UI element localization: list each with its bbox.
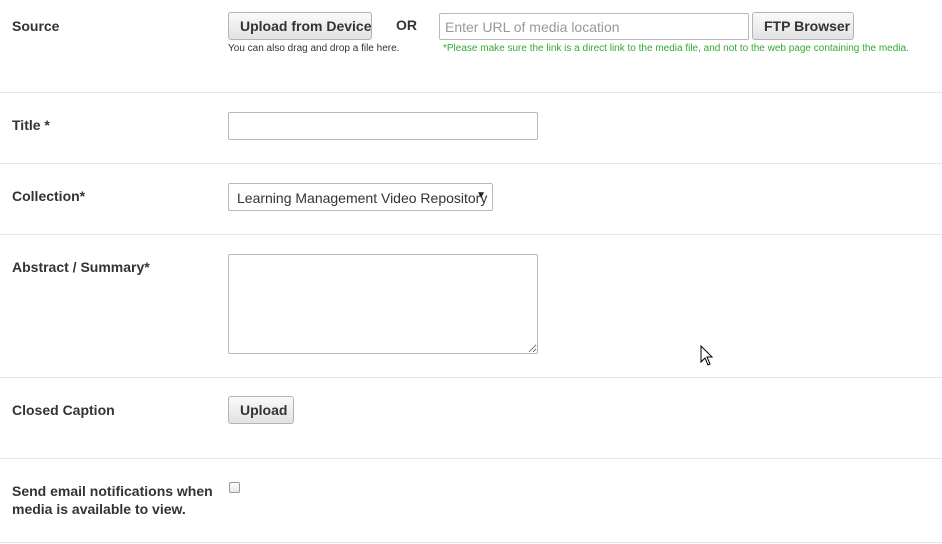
title-row: Title * bbox=[0, 93, 942, 164]
select-caret-icon: ▼ bbox=[476, 190, 486, 201]
notifications-label-line1: Send email notifications when bbox=[12, 483, 213, 499]
notifications-checkbox[interactable] bbox=[229, 482, 240, 493]
caption-upload-button[interactable]: Upload bbox=[228, 396, 294, 424]
collection-select[interactable]: Learning Management Video Repository ▼ bbox=[228, 183, 493, 211]
url-note: *Please make sure the link is a direct l… bbox=[443, 43, 909, 54]
or-separator: OR bbox=[396, 17, 417, 33]
mouse-cursor-icon bbox=[700, 345, 714, 366]
collection-selected-value: Learning Management Video Repository bbox=[237, 190, 488, 206]
ftp-browser-button[interactable]: FTP Browser bbox=[752, 12, 854, 40]
notifications-label: Send email notifications when media is a… bbox=[12, 482, 213, 518]
abstract-row: Abstract / Summary* bbox=[0, 235, 942, 378]
notifications-row: Send email notifications when media is a… bbox=[0, 459, 942, 543]
abstract-textarea[interactable] bbox=[228, 254, 538, 354]
source-label: Source bbox=[12, 18, 60, 34]
upload-from-device-button[interactable]: Upload from Device bbox=[228, 12, 372, 40]
source-row: Source Upload from Device You can also d… bbox=[0, 0, 942, 93]
media-url-input[interactable] bbox=[439, 13, 749, 40]
title-label: Title * bbox=[12, 117, 50, 133]
notifications-label-line2: media is available to view. bbox=[12, 501, 186, 517]
abstract-label: Abstract / Summary* bbox=[12, 259, 150, 275]
collection-row: Collection* Learning Management Video Re… bbox=[0, 164, 942, 235]
collection-label: Collection* bbox=[12, 188, 86, 204]
closed-caption-row: Closed Caption Upload bbox=[0, 378, 942, 459]
drag-drop-hint: You can also drag and drop a file here. bbox=[228, 43, 400, 54]
closed-caption-label: Closed Caption bbox=[12, 402, 115, 418]
title-input[interactable] bbox=[228, 112, 538, 140]
